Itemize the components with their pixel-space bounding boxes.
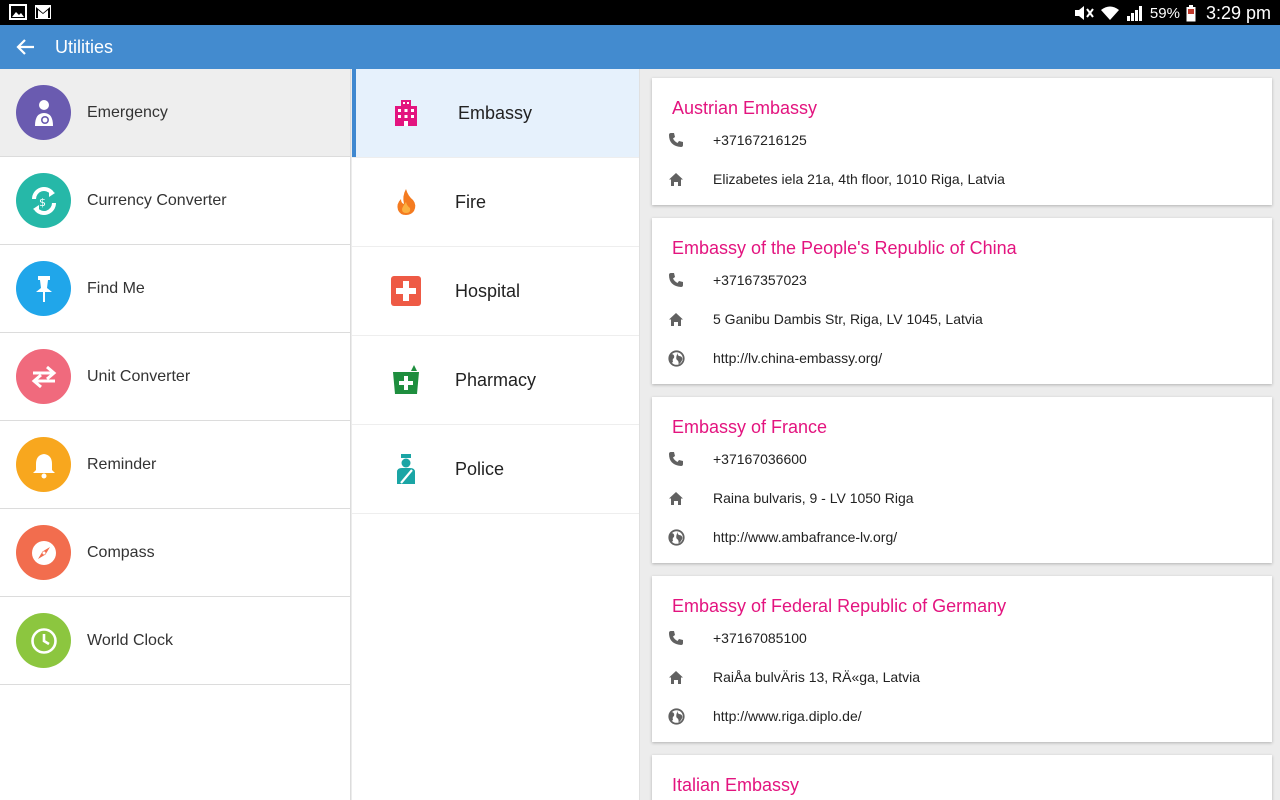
- embassy-name: Embassy of the People's Republic of Chin…: [672, 238, 1017, 258]
- image-notification-icon: [9, 4, 27, 20]
- compass-icon: [16, 525, 71, 580]
- category-label: Hospital: [455, 280, 521, 301]
- menu-item-label: Unit Converter: [87, 367, 191, 385]
- category-fire[interactable]: Fire: [352, 158, 639, 247]
- embassy-name: Embassy of Federal Republic of Germany: [672, 596, 1007, 616]
- phone-row[interactable]: +37167216125: [666, 128, 807, 152]
- menu-item-label: Currency Converter: [87, 191, 227, 209]
- fire-icon: [386, 182, 426, 222]
- battery-icon: [1186, 4, 1196, 21]
- embassy-card[interactable]: Italian Embassy: [652, 755, 1272, 800]
- phone-icon: [666, 628, 686, 648]
- website-link: http://lv.china-embassy.org/: [713, 350, 883, 366]
- clock-icon: [16, 613, 71, 668]
- phone-number: +37167216125: [713, 132, 807, 148]
- address-row[interactable]: RaiÅa bulvÄris 13, RÄ«ga, Latvia: [666, 665, 920, 689]
- phone-row[interactable]: +37167357023: [666, 268, 807, 292]
- clock-time: 3:29 pm: [1205, 2, 1271, 23]
- category-label: Police: [455, 458, 505, 479]
- home-icon: [666, 667, 686, 687]
- embassy-name: Embassy of France: [672, 417, 828, 437]
- phone-number: +37167036600: [713, 451, 807, 467]
- gmail-notification-icon: [35, 5, 51, 19]
- pharmacy-icon: [386, 360, 426, 400]
- phone-icon: [666, 130, 686, 150]
- emergency-category-list: Embassy Fire Hospital Pharmacy Police: [352, 69, 640, 800]
- menu-item-label: Reminder: [87, 455, 157, 473]
- address-text: 5 Ganibu Dambis Str, Riga, LV 1045, Latv…: [713, 311, 983, 327]
- phone-icon: [666, 270, 686, 290]
- embassy-card[interactable]: Embassy of the People's Republic of Chin…: [652, 218, 1272, 384]
- menu-item-emergency[interactable]: Emergency: [0, 69, 350, 157]
- pin-icon: [16, 261, 71, 316]
- embassy-name: Austrian Embassy: [672, 98, 818, 118]
- address-text: Elizabetes iela 21a, 4th floor, 1010 Rig…: [713, 171, 1005, 187]
- menu-item-label: World Clock: [87, 631, 173, 649]
- hospital-icon: [386, 271, 426, 311]
- phone-number: +37167085100: [713, 630, 807, 646]
- bell-icon: [16, 437, 71, 492]
- building-icon: [386, 93, 426, 133]
- home-icon: [666, 309, 686, 329]
- category-embassy[interactable]: Embassy: [352, 69, 639, 158]
- phone-row[interactable]: +37167085100: [666, 626, 807, 650]
- wifi-icon: [1100, 6, 1119, 20]
- home-icon: [666, 488, 686, 508]
- arrow-back-icon: [16, 39, 34, 55]
- battery-percentage: 59%: [1149, 4, 1180, 22]
- back-button[interactable]: [0, 25, 52, 69]
- globe-icon: [666, 527, 686, 547]
- emergency-icon: [16, 85, 71, 140]
- globe-icon: [666, 348, 686, 368]
- embassy-name: Italian Embassy: [672, 775, 800, 795]
- globe-icon: [666, 706, 686, 726]
- signal-icon: [1126, 6, 1142, 21]
- mute-icon: [1074, 6, 1094, 20]
- category-pharmacy[interactable]: Pharmacy: [352, 336, 639, 425]
- menu-item-find-me[interactable]: Find Me: [0, 245, 350, 333]
- police-icon: [386, 449, 426, 489]
- category-hospital[interactable]: Hospital: [352, 247, 639, 336]
- status-bar: 59% 3:29 pm: [0, 0, 1280, 25]
- arrows-icon: [16, 349, 71, 404]
- app-title: Utilities: [55, 36, 114, 57]
- svg-text:$: $: [39, 196, 46, 209]
- menu-item-label: Find Me: [87, 279, 145, 297]
- website-row[interactable]: http://www.ambafrance-lv.org/: [666, 525, 897, 549]
- phone-number: +37167357023: [713, 272, 807, 288]
- category-label: Fire: [455, 191, 486, 212]
- phone-icon: [666, 449, 686, 469]
- embassy-list: Austrian Embassy +37167216125 Elizabetes…: [641, 69, 1280, 800]
- utility-menu: Emergency $ Currency Converter Find Me U…: [0, 69, 351, 800]
- embassy-card[interactable]: Embassy of Federal Republic of Germany +…: [652, 576, 1272, 742]
- address-text: RaiÅa bulvÄris 13, RÄ«ga, Latvia: [713, 669, 920, 685]
- category-label: Pharmacy: [455, 369, 537, 390]
- phone-row[interactable]: +37167036600: [666, 447, 807, 471]
- embassy-card[interactable]: Embassy of France +37167036600 Raina bul…: [652, 397, 1272, 563]
- menu-item-label: Compass: [87, 543, 155, 561]
- menu-item-world-clock[interactable]: World Clock: [0, 597, 350, 685]
- menu-item-currency-converter[interactable]: $ Currency Converter: [0, 157, 350, 245]
- menu-item-unit-converter[interactable]: Unit Converter: [0, 333, 350, 421]
- website-link: http://www.riga.diplo.de/: [713, 708, 862, 724]
- category-label: Embassy: [458, 102, 533, 123]
- address-row[interactable]: 5 Ganibu Dambis Str, Riga, LV 1045, Latv…: [666, 307, 983, 331]
- address-row[interactable]: Elizabetes iela 21a, 4th floor, 1010 Rig…: [666, 167, 1005, 191]
- home-icon: [666, 169, 686, 189]
- website-link: http://www.ambafrance-lv.org/: [713, 529, 898, 545]
- menu-item-compass[interactable]: Compass: [0, 509, 350, 597]
- address-text: Raina bulvaris, 9 - LV 1050 Riga: [713, 490, 914, 506]
- embassy-card[interactable]: Austrian Embassy +37167216125 Elizabetes…: [652, 78, 1272, 205]
- currency-icon: $: [16, 173, 71, 228]
- address-row[interactable]: Raina bulvaris, 9 - LV 1050 Riga: [666, 486, 914, 510]
- app-bar: Utilities: [0, 25, 1280, 69]
- category-police[interactable]: Police: [352, 425, 639, 514]
- menu-item-reminder[interactable]: Reminder: [0, 421, 350, 509]
- website-row[interactable]: http://www.riga.diplo.de/: [666, 704, 862, 728]
- menu-item-label: Emergency: [87, 103, 168, 121]
- website-row[interactable]: http://lv.china-embassy.org/: [666, 346, 882, 370]
